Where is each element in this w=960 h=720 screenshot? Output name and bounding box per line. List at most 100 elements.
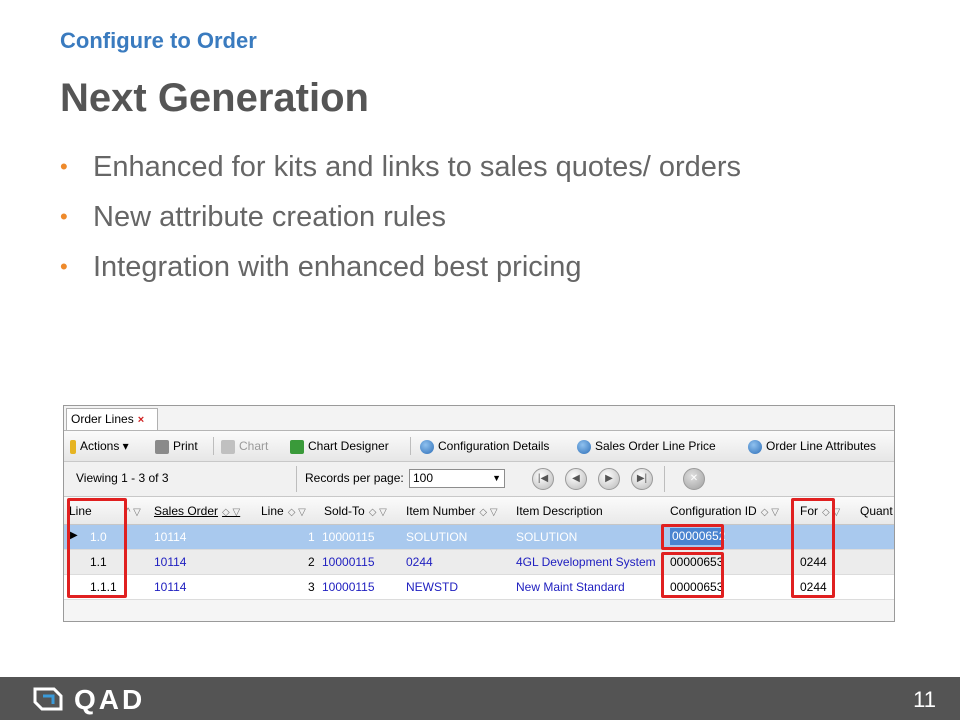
chart-designer-button[interactable]: Chart Designer — [290, 438, 389, 454]
bullet-item: • New attribute creation rules — [60, 195, 741, 245]
toolbar-divider — [410, 437, 411, 455]
records-per-page-select[interactable]: 100 ▼ — [409, 469, 505, 488]
cell-line-number: 3 — [308, 580, 315, 594]
column-header-label: Sold-To — [324, 504, 365, 518]
actions-label: Actions ▾ — [80, 439, 129, 453]
line-column-highlight — [67, 498, 127, 598]
bullet-dot-icon: • — [60, 204, 68, 229]
printer-icon — [155, 439, 169, 454]
slide-footer: QAD 11 — [0, 677, 960, 720]
column-header-configuration-id[interactable]: Configuration ID ◇ ▽ — [670, 504, 779, 518]
cell-sales-order[interactable]: 10114 — [154, 580, 186, 594]
chart-label: Chart — [239, 439, 269, 453]
bar-chart-icon — [221, 439, 235, 454]
chart-designer-label: Chart Designer — [308, 439, 389, 453]
cell-line-number: 2 — [308, 555, 315, 569]
print-button[interactable]: Print — [155, 438, 198, 454]
sort-filter-icon[interactable]: ◇ ▽ — [479, 507, 497, 518]
bullet-text: Integration with enhanced best pricing — [93, 251, 582, 283]
table-row[interactable]: 1.1 10114 2 10000115 0244 4GL Developmen… — [64, 550, 894, 575]
column-header-label: Configuration ID — [670, 504, 757, 518]
sort-filter-icon[interactable]: ◇ ▽ — [222, 507, 240, 518]
bullet-list: • Enhanced for kits and links to sales qu… — [60, 145, 741, 295]
cell-line-number: 1 — [308, 530, 315, 544]
bullet-dot-icon: • — [60, 254, 68, 279]
qad-logo-icon — [33, 687, 63, 711]
chart-designer-icon — [290, 439, 304, 454]
globe-icon — [748, 439, 762, 454]
cell-item-number[interactable]: NEWSTD — [406, 580, 458, 594]
next-page-button[interactable]: ▶ — [598, 468, 620, 490]
sales-order-line-price-label: Sales Order Line Price — [595, 439, 716, 453]
configuration-id-highlight — [661, 552, 724, 598]
cell-item-description: New Maint Standard — [516, 580, 625, 594]
chevron-down-icon: ▼ — [492, 473, 501, 483]
sort-filter-icon[interactable]: ◇ ▽ — [761, 507, 779, 518]
bullet-item: • Enhanced for kits and links to sales qu… — [60, 145, 741, 195]
cell-item-number[interactable]: 0244 — [406, 555, 433, 569]
slide-subtitle: Configure to Order — [60, 28, 257, 53]
order-lines-grid: Line ^ ▽ Sales Order ◇ ▽ Line ◇ ▽ Sold-To ◇ … — [64, 497, 894, 600]
pager-bar: Viewing 1 - 3 of 3 Records per page: 100… — [64, 462, 894, 497]
cell-item-number: SOLUTION — [406, 530, 468, 544]
column-header-line-number[interactable]: Line ◇ ▽ — [261, 504, 306, 518]
table-row[interactable]: 1.1.1 10114 3 10000115 NEWSTD New Maint … — [64, 575, 894, 600]
page-number: 11 — [913, 687, 936, 712]
pager-divider — [664, 466, 665, 492]
actions-menu-button[interactable]: Actions ▾ — [70, 438, 129, 454]
cell-sales-order: 10114 — [154, 530, 187, 544]
configuration-details-label: Configuration Details — [438, 439, 550, 453]
toolbar: Actions ▾ Print Chart Chart Designer Con… — [64, 431, 894, 462]
column-header-label: Line — [261, 504, 284, 518]
cell-item-description: SOLUTION — [516, 530, 578, 544]
slide-title: Next Generation — [60, 76, 369, 120]
tab-label: Order Lines — [71, 412, 134, 426]
order-lines-screenshot: Order Lines × Actions ▾ Print Chart Chart… — [63, 405, 895, 622]
order-line-attributes-button[interactable]: Order Line Attributes — [748, 438, 876, 454]
globe-icon — [577, 439, 591, 454]
bullet-dot-icon: • — [60, 154, 68, 179]
qad-logo-text: QAD — [74, 684, 146, 715]
tab-order-lines[interactable]: Order Lines × — [66, 408, 158, 430]
sort-filter-icon[interactable]: ◇ ▽ — [288, 507, 306, 518]
grid-header: Line ^ ▽ Sales Order ◇ ▽ Line ◇ ▽ Sold-To ◇ … — [64, 497, 894, 525]
sales-order-line-price-button[interactable]: Sales Order Line Price — [577, 438, 716, 454]
column-header-label: Sales Order — [154, 504, 219, 518]
close-pager-icon[interactable]: ✕ — [683, 468, 705, 490]
column-header-quantity[interactable]: Quant — [860, 504, 893, 518]
column-header-label: Item Number — [406, 504, 476, 518]
first-page-button[interactable]: |◀ — [532, 468, 554, 490]
close-tab-icon[interactable]: × — [138, 414, 144, 426]
table-row[interactable]: ▶ 1.0 10114 1 10000115 SOLUTION SOLUTION… — [64, 525, 894, 550]
bullet-text: New attribute creation rules — [93, 201, 446, 233]
cell-sales-order[interactable]: 10114 — [154, 555, 186, 569]
chart-button[interactable]: Chart — [221, 438, 268, 454]
bullet-item: • Integration with enhanced best pricing — [60, 245, 741, 295]
pager-divider — [296, 466, 297, 492]
column-header-sold-to[interactable]: Sold-To ◇ ▽ — [324, 504, 387, 518]
cell-sold-to[interactable]: 10000115 — [322, 580, 375, 594]
configuration-details-button[interactable]: Configuration Details — [420, 438, 549, 454]
records-per-page-label: Records per page: — [305, 471, 404, 485]
sort-filter-icon[interactable]: ◇ ▽ — [369, 507, 387, 518]
bullet-text: Enhanced for kits and links to sales quo… — [93, 151, 742, 183]
order-line-attributes-label: Order Line Attributes — [766, 439, 877, 453]
cell-sold-to: 10000115 — [322, 530, 375, 544]
column-header-item-number[interactable]: Item Number ◇ ▽ — [406, 504, 498, 518]
records-per-page-value: 100 — [413, 471, 434, 485]
column-header-label: Quant — [860, 504, 893, 518]
viewing-range-text: Viewing 1 - 3 of 3 — [76, 471, 169, 485]
cell-sold-to[interactable]: 10000115 — [322, 555, 375, 569]
toolbar-divider — [213, 437, 214, 455]
column-header-item-description[interactable]: Item Description — [516, 504, 603, 518]
column-header-sales-order[interactable]: Sales Order ◇ ▽ — [154, 504, 240, 518]
previous-page-button[interactable]: ◀ — [565, 468, 587, 490]
column-header-label: Item Description — [516, 504, 603, 518]
pin-icon — [70, 439, 76, 454]
sort-filter-icon[interactable]: ^ ▽ — [126, 507, 141, 518]
for-column-highlight — [791, 498, 835, 598]
cell-item-description: 4GL Development System — [516, 555, 656, 569]
configuration-id-highlight — [661, 524, 724, 550]
globe-icon — [420, 439, 434, 454]
last-page-button[interactable]: ▶| — [631, 468, 653, 490]
